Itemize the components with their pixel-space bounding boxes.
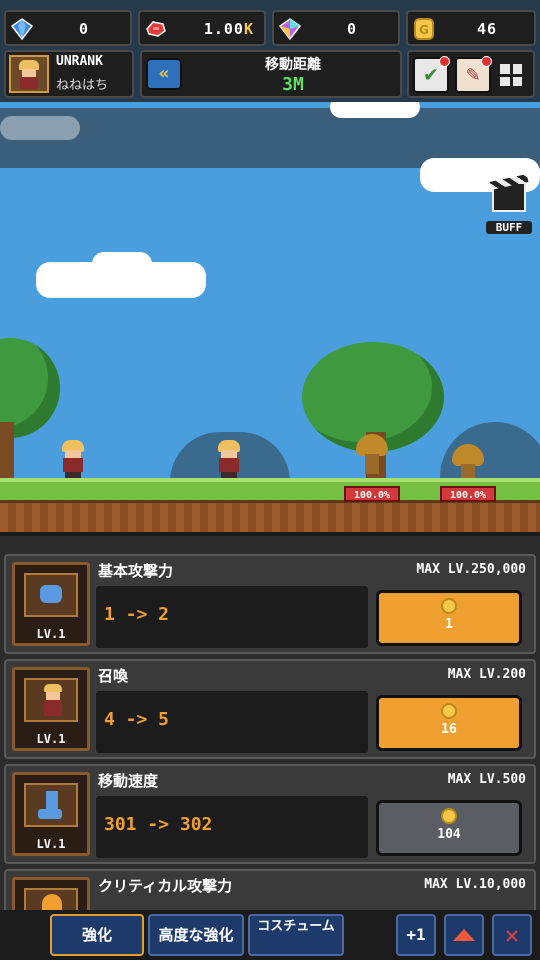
grid-icon <box>500 64 510 74</box>
distance-label: 移動距離 <box>265 57 321 73</box>
upgrade-panel: LV.1 基本攻撃力 MAX LV.250,000 1 -> 2 1 LV.1 … <box>0 532 540 914</box>
summon-icon <box>24 678 78 722</box>
avatar <box>9 55 49 93</box>
checklist-icon: ✔ <box>424 62 438 87</box>
rewind-button[interactable]: « <box>146 58 182 90</box>
upgrade-progress: 301 -> 302 <box>96 796 368 858</box>
notification-dot <box>439 56 450 67</box>
cloud <box>330 102 420 118</box>
plus-one-button[interactable]: +1 <box>396 914 436 956</box>
hero-character <box>216 440 242 478</box>
upgrade-max-level: MAX LV.500 <box>447 772 526 787</box>
player-profile[interactable]: UNRANK ねねはち <box>4 50 134 98</box>
menu-grid-button[interactable] <box>493 57 529 93</box>
mission-button[interactable]: ✔ <box>413 56 450 93</box>
enemy-hp-bar: 100.0% <box>344 486 400 502</box>
buff-button[interactable]: BUFF <box>486 174 532 234</box>
currency-gold[interactable]: G 46 <box>406 10 536 46</box>
upgrade-progress: 4 -> 5 <box>96 691 368 753</box>
upgrade-name: 召喚 <box>98 667 129 685</box>
distance-panel: « 移動距離 3M <box>140 50 402 98</box>
collapse-button[interactable] <box>444 914 484 956</box>
upgrade-max-level: MAX LV.250,000 <box>416 562 526 577</box>
svg-text:G: G <box>419 23 429 37</box>
hero-character <box>60 440 86 478</box>
upgrade-cost: 1 <box>445 617 453 632</box>
fist-icon <box>24 573 78 617</box>
quick-menu: ✔ ✎ <box>407 50 535 98</box>
upgrade-level: LV.1 <box>36 837 66 851</box>
upgrade-progress-text: 1 -> 2 <box>104 604 170 625</box>
gold-coin-icon: G <box>414 18 434 40</box>
upgrade-thumbnail: LV.1 <box>12 667 90 751</box>
upgrade-progress-text: 4 -> 5 <box>104 709 170 730</box>
blue-gem-count: 0 <box>78 20 90 38</box>
upgrade-cost: 16 <box>441 722 457 737</box>
tree-trunk <box>0 422 14 478</box>
currency-rainbow-gem[interactable]: 0 <box>272 10 400 46</box>
currency-bar: 0 1.00K 0 G 46 <box>0 0 540 50</box>
cloud <box>0 116 80 140</box>
rainbow-gem-count: 0 <box>346 20 358 38</box>
upgrade-name: クリティカル攻撃力 <box>98 877 233 895</box>
tab-advanced-upgrade[interactable]: 高度な強化 <box>148 914 244 956</box>
upgrade-thumbnail: LV.1 <box>12 772 90 856</box>
rewind-icon: « <box>158 63 170 84</box>
meat-count-value: 1.00 <box>203 20 244 38</box>
upgrade-progress: 1 -> 2 <box>96 586 368 648</box>
currency-meat[interactable]: 1.00K <box>138 10 266 46</box>
game-scene: BUFF 100.0% 100.0% <box>0 102 540 532</box>
upgrade-thumbnail <box>12 877 90 914</box>
upgrade-card-summon: LV.1 召喚 MAX LV.200 4 -> 5 16 <box>4 659 536 759</box>
ticket-button[interactable]: ✎ <box>455 56 492 93</box>
notification-dot <box>481 56 492 67</box>
upgrade-card-move-speed: LV.1 移動速度 MAX LV.500 301 -> 302 104 <box>4 764 536 864</box>
meat-count-suffix: K <box>243 20 254 38</box>
upgrade-max-level: MAX LV.200 <box>447 667 526 682</box>
ticket-icon: ✎ <box>466 62 480 87</box>
upgrade-progress-text: 301 -> 302 <box>104 814 213 835</box>
triangle-up-icon <box>453 929 475 941</box>
upgrade-cost: 104 <box>437 827 461 842</box>
upgrade-card-critical-attack: クリティカル攻撃力 MAX LV.10,000 <box>4 869 536 914</box>
upgrade-max-level: MAX LV.10,000 <box>424 877 526 892</box>
tab-costume[interactable]: コスチューム <box>248 914 344 956</box>
gold-count: 46 <box>476 20 498 38</box>
close-button[interactable]: ✕ <box>492 914 532 956</box>
upgrade-buy-button[interactable]: 16 <box>376 695 522 751</box>
blue-gem-icon <box>10 18 34 41</box>
boot-icon <box>24 783 78 827</box>
gold-coin-icon <box>441 598 457 614</box>
cloud <box>92 252 152 276</box>
gold-coin-icon <box>441 703 457 719</box>
tab-upgrade[interactable]: 強化 <box>50 914 144 956</box>
status-row: UNRANK ねねはち « 移動距離 3M ✔ ✎ <box>0 48 540 102</box>
upgrade-name: 移動速度 <box>98 772 159 790</box>
mushroom-enemy <box>356 434 388 474</box>
red-meat-icon <box>146 21 166 37</box>
buff-label: BUFF <box>486 221 532 234</box>
upgrade-level: LV.1 <box>36 627 66 641</box>
enemy-hp-bar: 100.0% <box>440 486 496 502</box>
upgrade-buy-button[interactable]: 1 <box>376 590 522 646</box>
close-icon: ✕ <box>504 921 520 949</box>
upgrade-thumbnail: LV.1 <box>12 562 90 646</box>
bottom-nav: 強化 高度な強化 コスチューム +1 ✕ <box>0 910 540 960</box>
distance-value: 3M <box>282 74 304 95</box>
player-rank: UNRANK <box>56 54 103 69</box>
currency-blue-gem[interactable]: 0 <box>4 10 132 46</box>
rainbow-gem-icon <box>278 18 302 41</box>
upgrade-name: 基本攻撃力 <box>98 562 174 580</box>
upgrade-buy-button[interactable]: 104 <box>376 800 522 856</box>
upgrade-level: LV.1 <box>36 732 66 746</box>
gold-coin-icon <box>441 808 457 824</box>
player-name: ねねはち <box>56 78 109 93</box>
meat-count: 1.00K <box>172 20 254 38</box>
ground-dirt <box>0 500 540 532</box>
upgrade-card-base-attack: LV.1 基本攻撃力 MAX LV.250,000 1 -> 2 1 <box>4 554 536 654</box>
